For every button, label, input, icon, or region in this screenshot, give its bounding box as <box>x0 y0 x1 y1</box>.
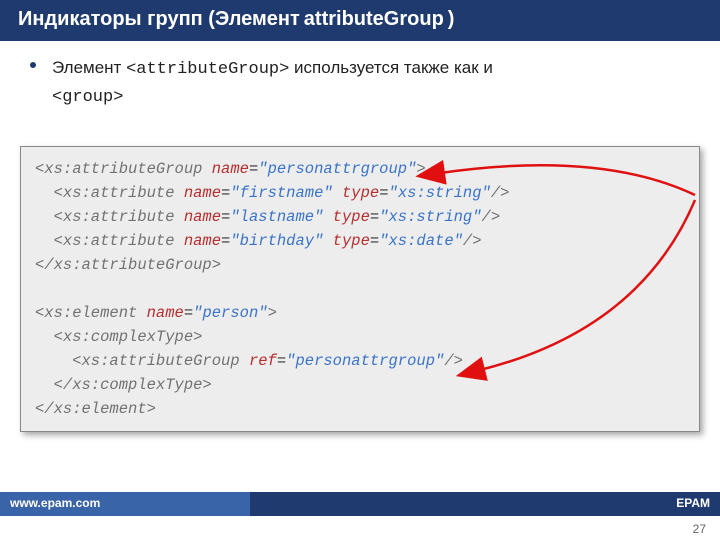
code-token: "xs:string" <box>379 208 481 226</box>
code-token: > <box>268 304 277 322</box>
bullet-item: Элемент <attributeGroup> используется та… <box>52 55 684 110</box>
code-token: type <box>333 184 380 202</box>
code-token: "xs:string" <box>389 184 491 202</box>
code-token: ref <box>240 352 277 370</box>
code-token: = <box>249 160 258 178</box>
bullet-text-1: Элемент <box>52 58 126 77</box>
code-token: <xs:attributeGroup <box>35 160 202 178</box>
code-token: = <box>370 208 379 226</box>
code-token: = <box>370 232 379 250</box>
code-token: = <box>277 352 286 370</box>
code-token: /> <box>491 184 510 202</box>
code-token: </xs:attributeGroup> <box>35 256 221 274</box>
code-token: <xs:attribute <box>35 232 175 250</box>
code-token: "personattrgroup" <box>258 160 416 178</box>
code-token: "lastname" <box>230 208 323 226</box>
bullet-code-1: <attributeGroup> <box>126 60 289 79</box>
footer-url: www.epam.com <box>0 492 250 516</box>
footer-brand: EPAM <box>250 492 720 516</box>
title-text-close: ) <box>448 8 455 31</box>
title-text-main: Индикаторы групп (Элемент <box>18 8 300 31</box>
code-token: /> <box>482 208 501 226</box>
slide-title: Индикаторы групп (Элемент attributeGroup… <box>0 0 720 41</box>
bullet-text-2: используется также как и <box>289 58 493 77</box>
code-token: <xs:complexType> <box>35 328 202 346</box>
code-token: = <box>379 184 388 202</box>
title-text-elem: attributeGroup <box>304 8 444 31</box>
code-token: "firstname" <box>230 184 332 202</box>
code-token: /> <box>463 232 482 250</box>
code-token: "personattrgroup" <box>286 352 444 370</box>
code-token: = <box>221 208 230 226</box>
page-number: 27 <box>693 522 706 536</box>
code-token: > <box>416 160 425 178</box>
code-token: name <box>137 304 184 322</box>
code-token: name <box>175 184 222 202</box>
code-token: <xs:attribute <box>35 184 175 202</box>
body-area: Элемент <attributeGroup> используется та… <box>0 41 720 110</box>
code-token: name <box>202 160 249 178</box>
code-token: name <box>175 232 222 250</box>
code-token: = <box>184 304 193 322</box>
code-token: </xs:element> <box>35 400 156 418</box>
footer-bar: www.epam.com EPAM <box>0 492 720 516</box>
code-token: type <box>323 208 370 226</box>
code-token: "person" <box>193 304 267 322</box>
bullet-code-2: <group> <box>52 88 123 107</box>
code-token: type <box>323 232 370 250</box>
code-token: <xs:attribute <box>35 208 175 226</box>
code-token <box>35 280 44 298</box>
bullet-dot-icon <box>30 62 36 68</box>
code-block: <xs:attributeGroup name="personattrgroup… <box>20 146 700 432</box>
code-token: "birthday" <box>230 232 323 250</box>
code-token: <xs:attributeGroup <box>35 352 240 370</box>
code-token: <xs:element <box>35 304 137 322</box>
code-token: = <box>221 184 230 202</box>
code-token: name <box>175 208 222 226</box>
code-token: = <box>221 232 230 250</box>
code-token: /> <box>444 352 463 370</box>
code-token: "xs:date" <box>379 232 463 250</box>
code-token: </xs:complexType> <box>35 376 212 394</box>
